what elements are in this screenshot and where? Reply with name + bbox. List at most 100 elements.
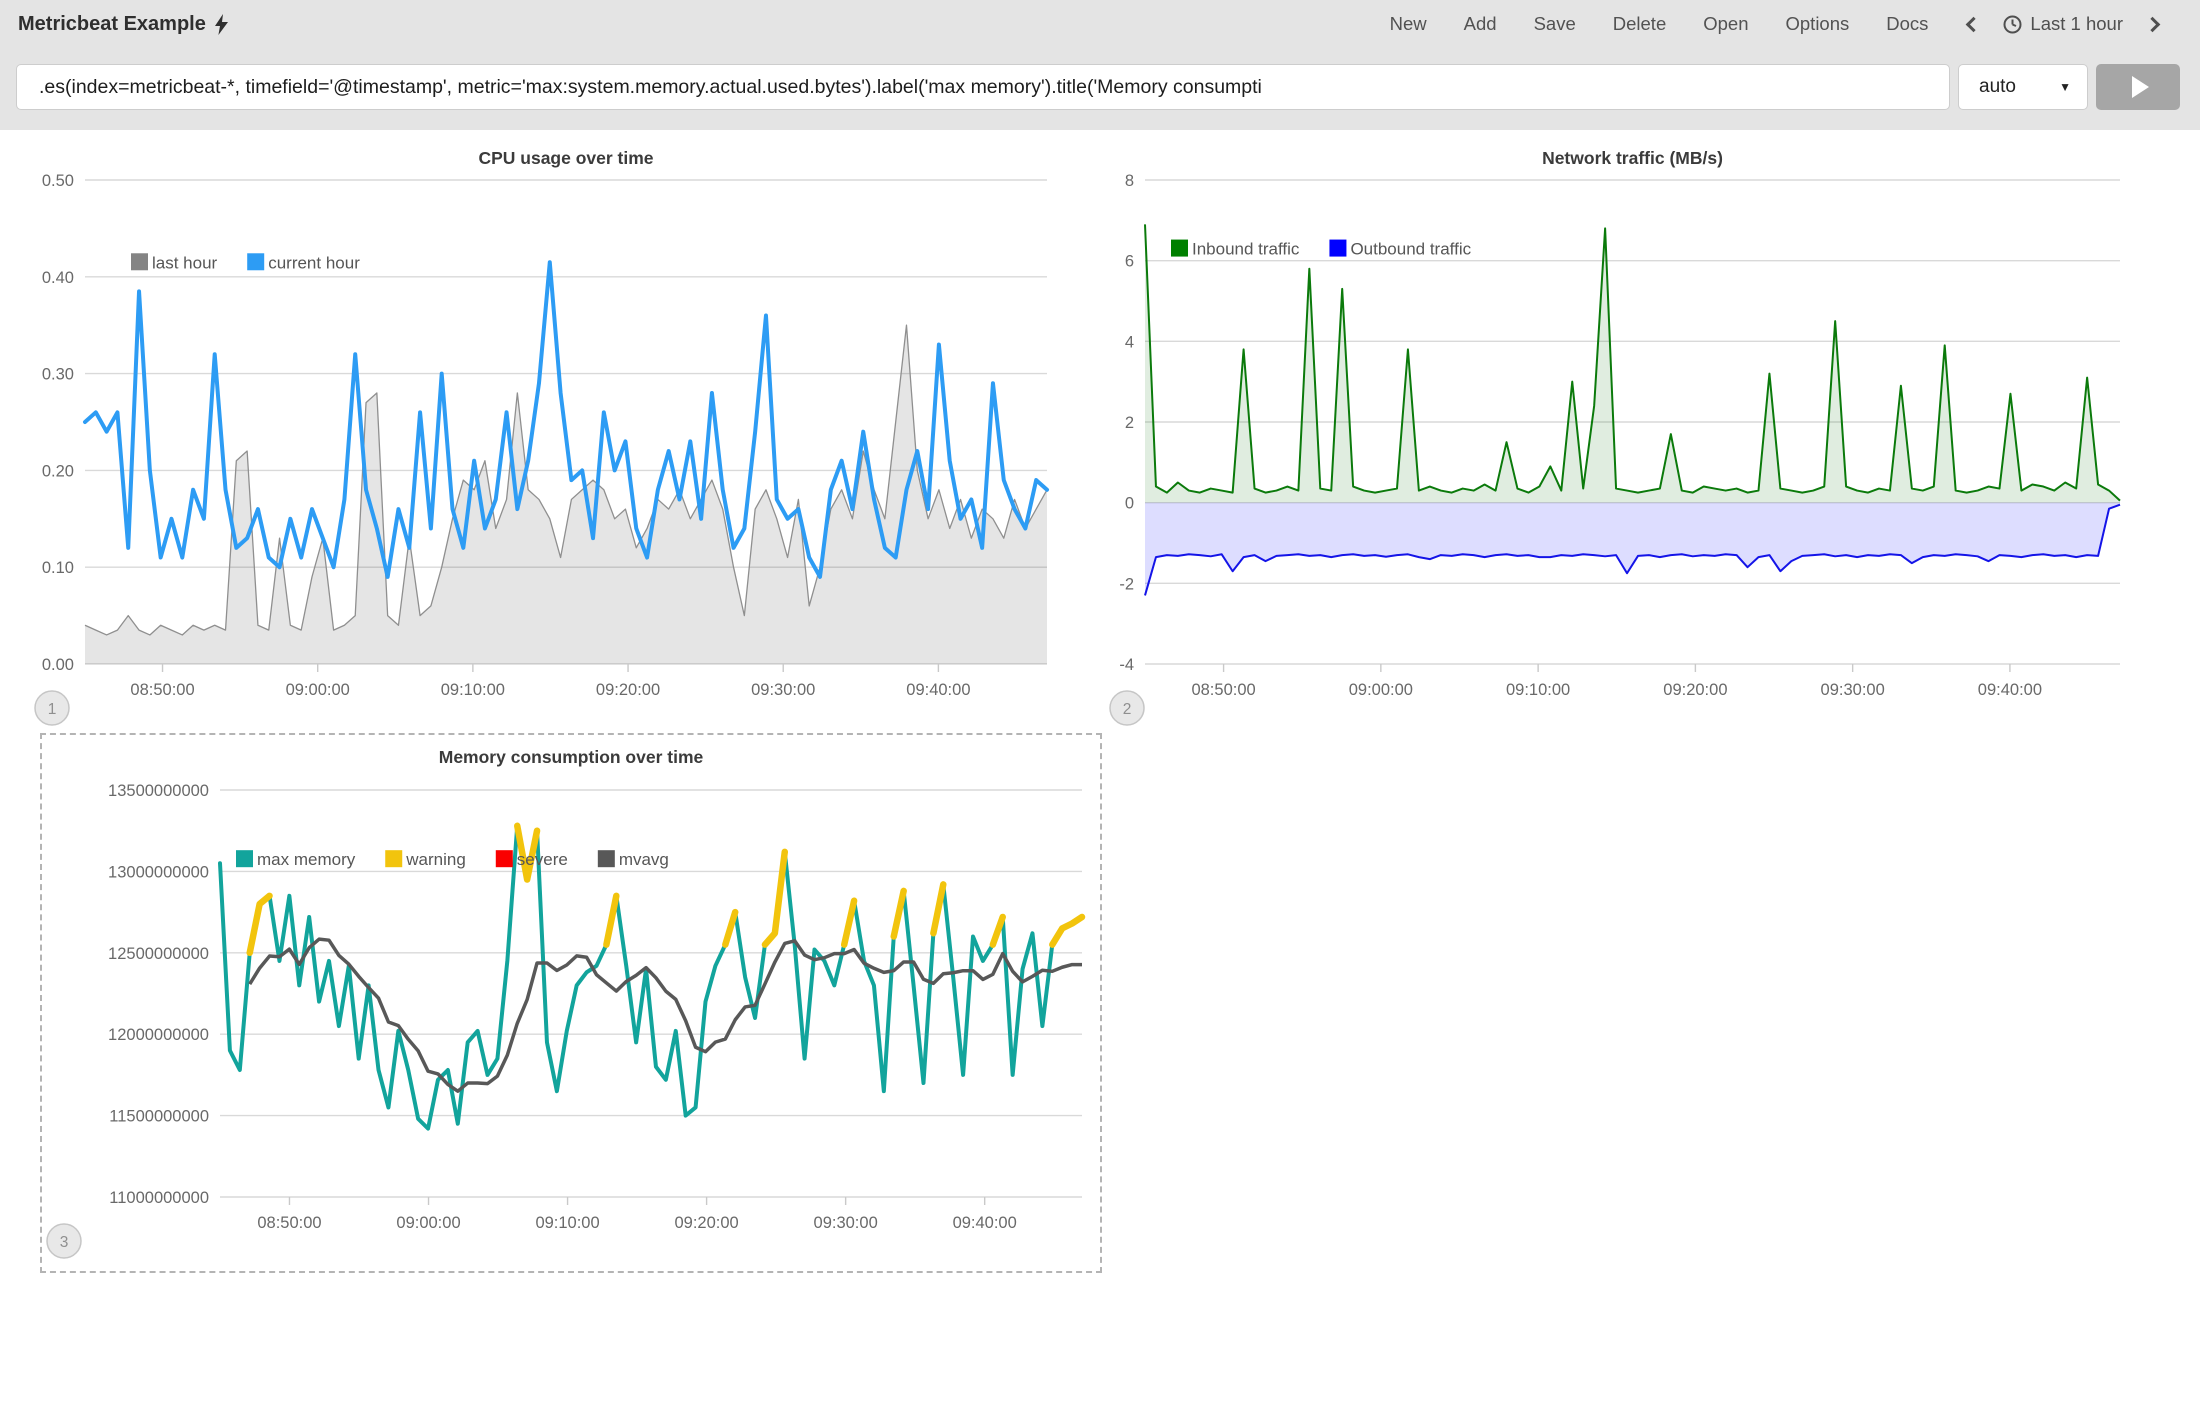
interval-select[interactable]: auto ▼: [1958, 64, 2088, 110]
x-tick-label: 08:50:00: [257, 1214, 321, 1232]
app-header: Metricbeat Example New Add Save Delete O…: [0, 0, 2200, 130]
legend-item-max-memory: max memory: [236, 850, 356, 869]
x-tick-label: 09:20:00: [1663, 681, 1727, 699]
legend-label: warning: [405, 850, 466, 869]
warning-segment: [725, 912, 735, 945]
y-tick-label: 13500000000: [108, 782, 209, 800]
time-controls: Last 1 hour: [1968, 13, 2158, 35]
warning-segment: [765, 852, 785, 945]
x-tick-label: 09:40:00: [953, 1214, 1017, 1232]
menu-item-save[interactable]: Save: [1534, 13, 1576, 35]
x-tick-label: 09:10:00: [441, 681, 505, 699]
y-tick-label: 2: [1125, 414, 1134, 432]
y-tick-label: 0.40: [42, 269, 74, 287]
menu-item-delete[interactable]: Delete: [1613, 13, 1666, 35]
y-tick-label: 12500000000: [108, 945, 209, 963]
query-bar: auto ▼: [0, 64, 2200, 110]
warning-segment: [1052, 917, 1082, 945]
outbound-traffic-area: [1145, 503, 2120, 596]
menu-item-add[interactable]: Add: [1464, 13, 1497, 35]
network-chart-canvas: 86420-2-408:50:0009:00:0009:10:0009:20:0…: [1105, 144, 2140, 729]
run-query-button[interactable]: [2096, 64, 2180, 110]
legend-swatch: [1171, 240, 1188, 257]
y-tick-label: 0.00: [42, 656, 74, 674]
x-tick-label: 09:30:00: [1821, 681, 1885, 699]
y-tick-label: -2: [1119, 575, 1134, 593]
y-tick-label: 6: [1125, 253, 1134, 271]
warning-segment: [933, 884, 943, 933]
legend-label: max memory: [257, 850, 356, 869]
x-tick-label: 09:30:00: [751, 681, 815, 699]
warning-segment: [606, 896, 616, 945]
warning-segment: [844, 901, 854, 945]
timelion-expression-input[interactable]: [16, 64, 1950, 110]
x-tick-label: 09:40:00: [906, 681, 970, 699]
cpu-usage-chart-panel[interactable]: CPU usage over time 0.500.400.300.200.10…: [30, 144, 1055, 729]
network-traffic-chart-panel[interactable]: Network traffic (MB/s) 86420-2-408:50:00…: [1105, 144, 2140, 729]
y-tick-label: 13000000000: [108, 863, 209, 881]
y-tick-label: 11000000000: [109, 1189, 209, 1207]
inbound-traffic-area: [1145, 224, 2120, 502]
legend-item-inbound-traffic: Inbound traffic: [1171, 240, 1300, 259]
y-tick-label: 0.30: [42, 366, 74, 384]
legend-item-last-hour: last hour: [131, 253, 218, 272]
x-tick-label: 09:00:00: [1349, 681, 1413, 699]
legend-swatch: [385, 850, 402, 867]
legend-item-severe: severe: [496, 850, 568, 869]
legend-swatch: [496, 850, 513, 867]
x-tick-label: 08:50:00: [130, 681, 194, 699]
menu-item-open[interactable]: Open: [1703, 13, 1748, 35]
y-tick-label: 0: [1125, 495, 1134, 513]
y-tick-label: 0.20: [42, 462, 74, 480]
panel-number-badge-label: 2: [1123, 701, 1132, 718]
time-picker[interactable]: Last 1 hour: [2003, 13, 2123, 35]
legend-item-outbound-traffic: Outbound traffic: [1329, 240, 1471, 259]
x-tick-label: 09:40:00: [1978, 681, 2042, 699]
y-tick-label: 4: [1125, 333, 1134, 351]
menu-item-docs[interactable]: Docs: [1886, 13, 1928, 35]
x-tick-label: 09:10:00: [1506, 681, 1570, 699]
warning-segment: [993, 917, 1003, 945]
time-back-chevron-icon[interactable]: [1966, 16, 1982, 32]
legend-label: Outbound traffic: [1350, 240, 1471, 259]
x-tick-label: 09:10:00: [535, 1214, 599, 1232]
legend-label: Inbound traffic: [1192, 240, 1300, 259]
time-forward-chevron-icon[interactable]: [2145, 16, 2161, 32]
y-tick-label: -4: [1119, 656, 1134, 674]
play-icon: [2132, 76, 2149, 98]
legend-item-current-hour: current hour: [247, 253, 360, 272]
top-navbar: Metricbeat Example New Add Save Delete O…: [0, 0, 2200, 48]
charts-area: CPU usage over time 0.500.400.300.200.10…: [0, 130, 2200, 1406]
legend-swatch: [131, 253, 148, 270]
y-tick-label: 0.10: [42, 559, 74, 577]
legend-swatch: [598, 850, 615, 867]
legend-label: current hour: [268, 253, 360, 272]
legend-label: severe: [517, 850, 568, 869]
lightning-bolt-icon: [215, 14, 228, 35]
y-tick-label: 0.50: [42, 172, 74, 190]
x-tick-label: 09:20:00: [674, 1214, 738, 1232]
warning-segment: [894, 891, 904, 937]
menu-item-options[interactable]: Options: [1786, 13, 1850, 35]
cpu-chart-canvas: 0.50 0.40 0.30 0.20 0.10 0.00 08:50:00 09:00:00…: [30, 144, 1055, 729]
legend-swatch: [236, 850, 253, 867]
menu-item-new[interactable]: New: [1390, 13, 1427, 35]
legend-swatch: [1329, 240, 1346, 257]
panel-number-badge-label: 1: [48, 701, 57, 718]
legend-item-warning: warning: [385, 850, 466, 869]
y-tick-label: 12000000000: [108, 1026, 209, 1044]
x-tick-label: 09:00:00: [286, 681, 350, 699]
last-hour-area: [85, 325, 1047, 664]
inbound-traffic-line: [1145, 224, 2120, 500]
app-title-text: Metricbeat Example: [18, 13, 206, 36]
legend-label: last hour: [152, 253, 218, 272]
legend-item-mvavg: mvavg: [598, 850, 669, 869]
panel-number-badge-label: 3: [60, 1234, 69, 1251]
memory-consumption-chart-panel[interactable]: Memory consumption over time 13500000000…: [40, 733, 1102, 1273]
clock-icon: [2003, 15, 2022, 34]
time-picker-label: Last 1 hour: [2030, 13, 2123, 35]
warning-segment: [250, 896, 270, 953]
interval-select-value: auto: [1979, 76, 2016, 98]
y-tick-label: 8: [1125, 172, 1134, 190]
app-title: Metricbeat Example: [18, 13, 228, 36]
